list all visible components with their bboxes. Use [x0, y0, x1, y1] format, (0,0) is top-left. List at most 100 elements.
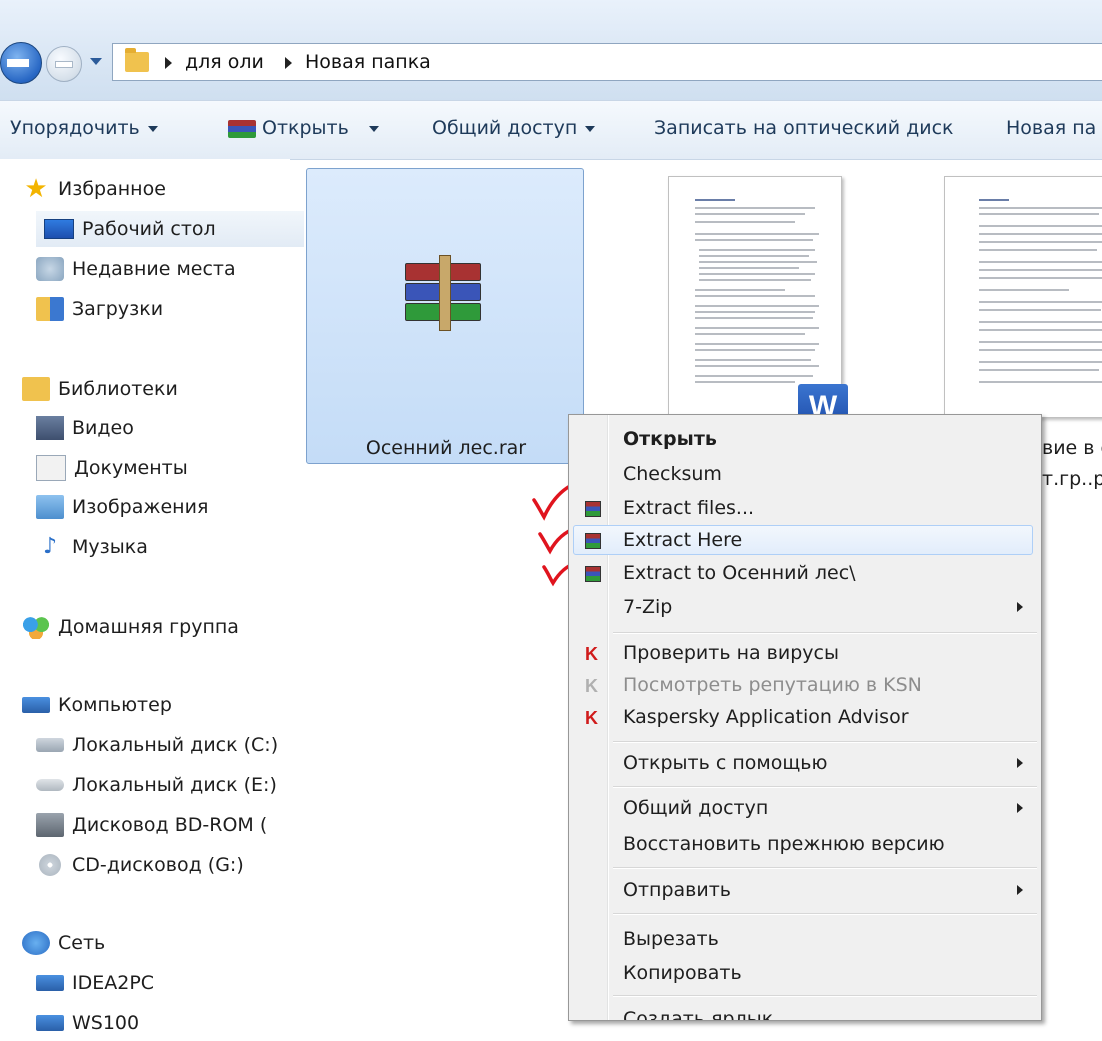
sidebar-item-network[interactable]: Сеть [22, 925, 105, 961]
sidebar-item-label: Музыка [72, 536, 148, 558]
menu-item-copy[interactable]: Копировать [623, 957, 742, 989]
share-label: Общий доступ [432, 117, 578, 139]
menu-item-create-shortcut[interactable]: Создать ярлык [623, 1003, 773, 1020]
sidebar-item-label: Изображения [72, 496, 209, 518]
menu-separator [613, 786, 1037, 788]
submenu-arrow-icon [1017, 602, 1023, 612]
new-folder-button[interactable]: Новая па [1006, 117, 1096, 139]
sidebar-item-computer[interactable]: Компьютер [22, 687, 172, 723]
cd-drive-icon [39, 854, 61, 876]
sidebar-item-desktop[interactable]: Рабочий стол [36, 211, 304, 247]
winrar-icon [585, 501, 601, 517]
desktop-icon [44, 219, 74, 239]
address-input[interactable]: для оли Новая папка [112, 43, 1102, 81]
menu-item-share[interactable]: Общий доступ [623, 792, 768, 824]
file-name: т.гр..pd [1042, 468, 1102, 490]
menu-item-open-with[interactable]: Открыть с помощью [623, 747, 827, 779]
sidebar-item-drive-c[interactable]: Локальный диск (C:) [36, 727, 278, 763]
menu-item-open[interactable]: Открыть [623, 423, 717, 455]
context-menu: Открыть Checksum Extract files... Extrac… [568, 414, 1042, 1021]
kaspersky-icon: K [585, 644, 598, 664]
sidebar-item-drive-e[interactable]: Локальный диск (E:) [36, 767, 277, 803]
hard-drive-icon [36, 738, 64, 752]
winrar-icon [585, 566, 601, 582]
menu-item-scan-virus[interactable]: Проверить на вирусы [623, 637, 839, 669]
sidebar-item-video[interactable]: Видео [36, 410, 134, 446]
open-button[interactable]: Открыть [228, 117, 379, 139]
sidebar-item-drive-cd[interactable]: CD-дисковод (G:) [36, 847, 244, 883]
caret-down-icon [585, 125, 596, 132]
sidebar-item-label: Видео [72, 417, 134, 439]
sidebar-item-drive-bd[interactable]: Дисковод BD-ROM ( [36, 807, 267, 843]
network-computer-icon [36, 1015, 64, 1031]
file-name: Осенний лес.rar [365, 437, 527, 459]
navigation-pane: ★ Избранное Рабочий стол Недавние места З… [0, 159, 304, 1034]
documents-library-icon [36, 455, 66, 481]
recent-pages-dropdown[interactable] [90, 58, 102, 65]
sidebar-item-music[interactable]: ♪ Музыка [36, 529, 148, 565]
menu-item-extract-to[interactable]: Extract to Осенний лес\ [623, 557, 856, 589]
menu-item-restore-version[interactable]: Восстановить прежнюю версию [623, 828, 945, 860]
sidebar-item-label: WS100 [72, 1012, 140, 1034]
sidebar-item-favorites[interactable]: ★ Избранное [22, 171, 166, 207]
menu-separator [613, 741, 1037, 743]
winrar-icon [585, 533, 601, 549]
caret-down-icon [147, 125, 158, 132]
homegroup-icon [22, 615, 50, 639]
sidebar-item-downloads[interactable]: Загрузки [36, 291, 163, 327]
share-button[interactable]: Общий доступ [432, 117, 596, 139]
sidebar-item-label: IDEA2PC [72, 972, 155, 994]
sidebar-item-pc2[interactable]: WS100 [36, 1005, 139, 1041]
menu-item-ksn-reputation: Посмотреть репутацию в KSN [623, 674, 922, 696]
burn-button[interactable]: Записать на оптический диск [654, 117, 954, 139]
recent-places-icon [36, 257, 64, 281]
menu-item-app-advisor[interactable]: Kaspersky Application Advisor [623, 701, 909, 733]
breadcrumb-item[interactable]: Новая папка [305, 51, 431, 73]
kaspersky-icon: K [585, 708, 598, 728]
back-button[interactable] [0, 42, 42, 84]
submenu-arrow-icon [1017, 758, 1023, 768]
organize-button[interactable]: Упорядочить [10, 117, 158, 139]
menu-separator [613, 913, 1037, 915]
sidebar-item-images[interactable]: Изображения [36, 489, 208, 525]
file-item-rar[interactable]: Осенний лес.rar [306, 168, 584, 464]
chevron-right-icon[interactable] [165, 57, 172, 69]
menu-separator [613, 995, 1037, 997]
sidebar-item-label: Сеть [58, 932, 106, 954]
menu-item-extract-here[interactable]: Extract Here [623, 524, 742, 556]
command-bar: Упорядочить Открыть Общий доступ Записат… [0, 100, 1102, 160]
menu-item-send-to[interactable]: Отправить [623, 874, 731, 906]
sidebar-item-label: Документы [74, 457, 188, 479]
menu-separator [613, 867, 1037, 869]
menu-item-7zip[interactable]: 7-Zip [623, 591, 672, 623]
folder-icon [125, 48, 149, 72]
sidebar-item-documents[interactable]: Документы [36, 450, 188, 486]
caret-down-icon [368, 125, 379, 132]
menu-item-checksum[interactable]: Checksum [623, 458, 722, 490]
sidebar-item-homegroup[interactable]: Домашняя группа [22, 609, 239, 645]
sidebar-item-libraries[interactable]: Библиотеки [22, 371, 178, 407]
network-computer-icon [36, 975, 64, 991]
forward-button[interactable] [46, 46, 82, 82]
breadcrumb-item[interactable]: для оли [185, 51, 264, 73]
sidebar-item-recent[interactable]: Недавние места [36, 251, 236, 287]
sidebar-item-label: CD-дисковод (G:) [72, 854, 244, 876]
sidebar-item-label: Избранное [58, 178, 166, 200]
menu-separator [613, 632, 1037, 634]
sidebar-item-label: Локальный диск (E:) [72, 774, 277, 796]
menu-item-extract-files[interactable]: Extract files... [623, 492, 754, 524]
kaspersky-icon: K [585, 676, 598, 696]
hard-drive-icon [36, 779, 64, 791]
winrar-icon [228, 119, 256, 138]
file-item-doc[interactable] [668, 176, 842, 418]
chevron-right-icon[interactable] [285, 57, 292, 69]
file-item-pdf[interactable] [944, 176, 1102, 418]
submenu-arrow-icon [1017, 803, 1023, 813]
sidebar-item-label: Компьютер [58, 694, 172, 716]
downloads-folder-icon [36, 297, 64, 321]
star-icon: ★ [24, 174, 48, 204]
menu-item-cut[interactable]: Вырезать [623, 923, 719, 955]
sidebar-item-pc1[interactable]: IDEA2PC [36, 965, 154, 1001]
winrar-archive-icon [405, 255, 481, 331]
sidebar-item-label: Локальный диск (C:) [72, 734, 279, 756]
